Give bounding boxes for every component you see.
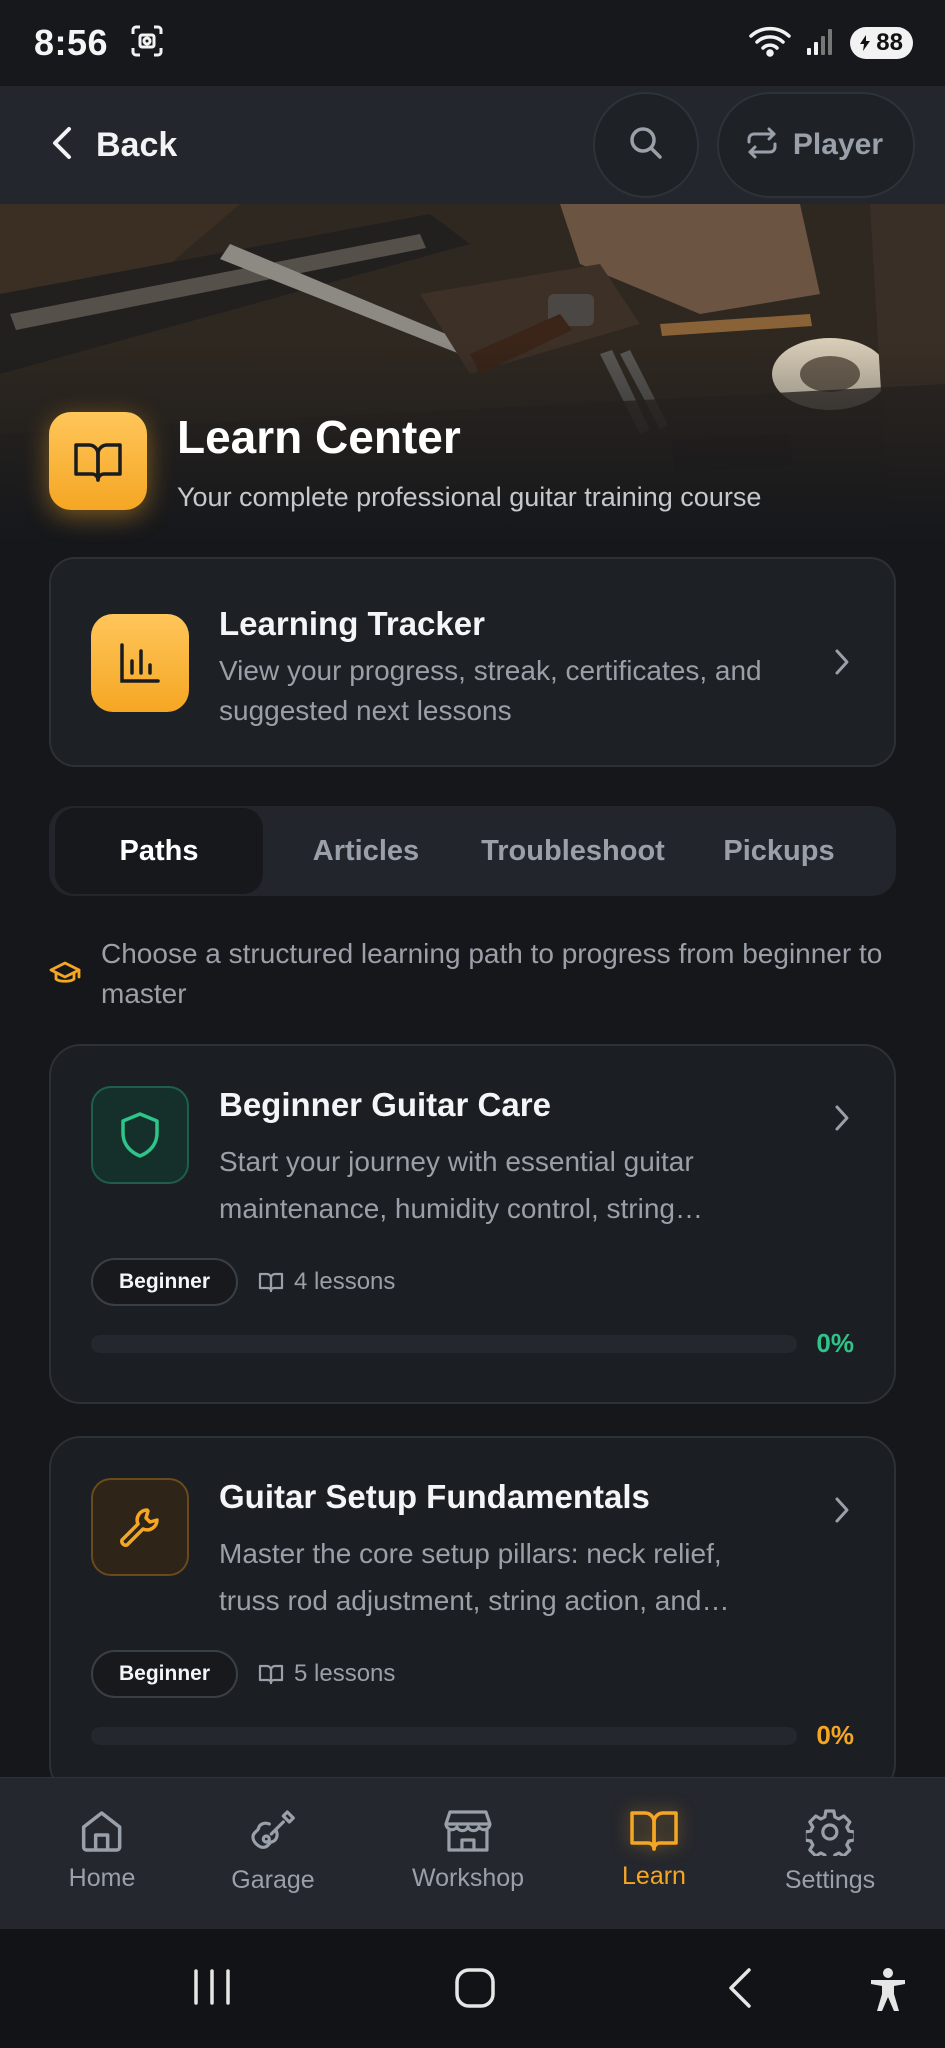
tab-paths[interactable]: Paths [55, 808, 263, 894]
lesson-count: 5 lessons [258, 1660, 395, 1688]
home-circle-icon [455, 1968, 495, 2008]
store-icon [444, 1810, 492, 1852]
home-icon [82, 1811, 122, 1852]
progress-bar [91, 1335, 797, 1353]
nav-item-learn[interactable]: Learn [622, 1808, 686, 1891]
wrench-icon [120, 1508, 159, 1547]
player-button[interactable]: Player [716, 92, 915, 198]
hint-text: Choose a structured learning path to pro… [101, 938, 883, 1009]
search-button[interactable] [592, 92, 699, 198]
progress-percent: 0% [816, 1328, 854, 1358]
nav-item-garage[interactable]: Garage [231, 1808, 315, 1895]
bar-chart-icon [120, 643, 160, 683]
signal-icon [806, 26, 836, 61]
lesson-count-label: 5 lessons [294, 1660, 396, 1687]
book-open-icon [74, 443, 122, 482]
progress-bar [91, 1727, 797, 1745]
tab-pickups[interactable]: Pickups [677, 808, 881, 894]
learning-tracker-card[interactable]: Learning Tracker View your progress, str… [49, 557, 896, 767]
path-card-beginner-guitar-care[interactable]: Beginner Guitar Care Start your journey … [49, 1044, 896, 1404]
chevron-left-icon [50, 125, 74, 166]
nav-label: Learn [622, 1862, 686, 1890]
screenshot-icon [130, 24, 164, 63]
learn-tabs: Paths Articles Troubleshoot Pickups [49, 806, 896, 896]
recent-apps-button[interactable] [190, 1967, 234, 2012]
page-title: Learn Center [177, 411, 461, 463]
wifi-icon [748, 25, 792, 62]
battery-indicator: 88 [850, 27, 913, 59]
level-badge: Beginner [91, 1650, 239, 1698]
accessibility-icon [871, 1968, 905, 2011]
book-icon [258, 1664, 284, 1685]
nav-item-workshop[interactable]: Workshop [412, 1808, 524, 1893]
recents-icon [194, 1969, 230, 2005]
player-label: Player [792, 128, 883, 161]
battery-level: 88 [876, 29, 903, 56]
accessibility-button[interactable] [868, 1967, 908, 2018]
home-button[interactable] [454, 1967, 496, 2014]
nav-label: Home [68, 1864, 136, 1892]
progress-percent: 0% [816, 1720, 854, 1750]
gear-icon [806, 1809, 854, 1856]
path-title: Guitar Setup Fundamentals [219, 1478, 650, 1515]
tracker-description: View your progress, streak, certificates… [219, 655, 762, 726]
repeat-icon [745, 126, 779, 165]
path-title: Beginner Guitar Care [219, 1086, 551, 1123]
tracker-title: Learning Tracker [219, 605, 485, 642]
system-navigation-bar [0, 1929, 945, 2048]
tab-troubleshoot[interactable]: Troubleshoot [469, 808, 677, 894]
search-icon [628, 125, 664, 166]
back-arrow-icon [729, 1968, 751, 2008]
bottom-navigation: Home Garage Workshop Learn Settings [0, 1777, 945, 1929]
back-label: Back [96, 125, 178, 164]
shield-icon [121, 1112, 159, 1158]
nav-label: Settings [784, 1866, 876, 1894]
book-open-icon [630, 1811, 678, 1851]
back-button[interactable]: Back [50, 125, 177, 166]
status-bar: 8:56 88 [0, 0, 945, 86]
guitar-icon [251, 1810, 295, 1849]
system-back-button[interactable] [726, 1967, 754, 2014]
path-icon-badge [91, 1478, 189, 1576]
chevron-right-icon [834, 1104, 850, 1137]
lesson-count: 4 lessons [258, 1268, 395, 1296]
graduation-cap-icon [49, 960, 81, 1014]
path-icon-badge [91, 1086, 189, 1184]
path-card-guitar-setup-fundamentals[interactable]: Guitar Setup Fundamentals Master the cor… [49, 1436, 896, 1796]
page-subtitle: Your complete professional guitar traini… [177, 482, 762, 512]
chevron-right-icon [834, 1496, 850, 1529]
tracker-icon-badge [91, 614, 189, 712]
top-app-bar: Back Player [0, 86, 945, 204]
tab-articles[interactable]: Articles [263, 808, 469, 894]
nav-item-home[interactable]: Home [68, 1808, 136, 1893]
level-badge: Beginner [91, 1258, 239, 1306]
paths-hint: Choose a structured learning path to pro… [49, 934, 909, 1014]
book-icon [258, 1272, 284, 1293]
lesson-count-label: 4 lessons [294, 1268, 396, 1295]
learn-center-icon [49, 412, 147, 510]
path-description: Master the core setup pillars: neck reli… [219, 1538, 730, 1616]
nav-label: Garage [231, 1866, 315, 1894]
nav-label: Workshop [411, 1864, 525, 1892]
chevron-right-icon [834, 648, 850, 681]
path-description: Start your journey with essential guitar… [219, 1146, 703, 1224]
status-time: 8:56 [34, 22, 109, 63]
nav-item-settings[interactable]: Settings [785, 1808, 875, 1895]
battery-icon [860, 35, 871, 51]
hero-banner: Learn Center Your complete professional … [0, 204, 945, 544]
